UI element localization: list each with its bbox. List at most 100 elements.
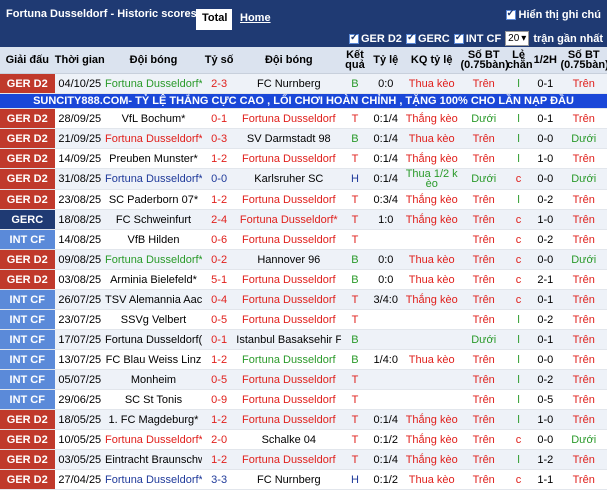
league-cell[interactable]: INT CF (0, 389, 55, 410)
league-cell[interactable]: GER D2 (0, 168, 55, 190)
league-cell[interactable]: GER D2 (0, 108, 55, 129)
away-team[interactable]: Fortuna Dusseldorf (236, 409, 342, 430)
home-team[interactable]: Preuben Munster* (105, 148, 202, 169)
home-team[interactable]: SSVg Velbert (105, 309, 202, 330)
away-team[interactable]: Istanbul Basaksehir F. K. (236, 329, 342, 350)
score-cell[interactable]: 1-2 (201, 189, 237, 210)
home-team[interactable]: FC Blau Weiss Linz (105, 349, 202, 370)
score-cell[interactable]: 1-2 (201, 409, 237, 430)
score-cell[interactable]: 0-6 (201, 229, 237, 250)
home-team[interactable]: Arminia Bielefeld* (105, 269, 202, 290)
col-header: Đội bóng (105, 47, 202, 74)
league-cell[interactable]: GER D2 (0, 128, 55, 149)
score-cell[interactable]: 0-2 (201, 249, 237, 270)
checkbox-icon[interactable] (405, 32, 416, 44)
filter-gerc[interactable]: GERC (405, 32, 450, 45)
home-team[interactable]: TSV Alemannia Aachen (105, 289, 202, 310)
away-team[interactable]: Fortuna Dusseldorf (236, 269, 342, 290)
away-team[interactable]: Fortuna Dusseldorf (236, 389, 342, 410)
score-cell[interactable]: 0-1 (201, 329, 237, 350)
league-cell[interactable]: INT CF (0, 289, 55, 310)
score-cell[interactable]: 3-3 (201, 469, 237, 490)
away-team[interactable]: SV Darmstadt 98 (236, 128, 342, 149)
away-team[interactable]: Hannover 96 (236, 249, 342, 270)
show-notes-toggle[interactable]: Hiển thị ghi chú (505, 8, 601, 21)
table-body: GER D2 04/10/25 Fortuna Dusseldorf* 2-3 FC N… (0, 73, 607, 490)
away-team[interactable]: Fortuna Dusseldorf (236, 148, 342, 169)
tab-total[interactable]: Total (196, 9, 232, 30)
score-cell[interactable]: 2-4 (201, 209, 237, 230)
home-team[interactable]: Fortuna Dusseldorf* (105, 128, 202, 149)
league-cell[interactable]: GERC (0, 209, 55, 230)
score-cell[interactable]: 0-0 (201, 168, 237, 190)
league-cell[interactable]: GER D2 (0, 449, 55, 470)
away-team[interactable]: Fortuna Dusseldorf (236, 189, 342, 210)
home-team[interactable]: Fortuna Dusseldorf* (105, 249, 202, 270)
league-cell[interactable]: GER D2 (0, 269, 55, 290)
checkbox-icon[interactable] (453, 32, 464, 44)
away-team[interactable]: Fortuna Dusseldorf (236, 289, 342, 310)
away-team[interactable]: FC Nurnberg (236, 73, 342, 94)
score-cell[interactable]: 1-2 (201, 449, 237, 470)
away-team[interactable]: Fortuna Dusseldorf (236, 369, 342, 390)
away-team[interactable]: Fortuna Dusseldorf (236, 108, 342, 129)
league-cell[interactable]: INT CF (0, 229, 55, 250)
league-cell[interactable]: GER D2 (0, 73, 55, 94)
away-team[interactable]: Karlsruher SC (236, 168, 342, 190)
away-team[interactable]: Fortuna Dusseldorf (236, 229, 342, 250)
league-cell[interactable]: INT CF (0, 309, 55, 330)
score-cell[interactable]: 0-5 (201, 369, 237, 390)
home-team[interactable]: Fortuna Dusseldorf(T) (105, 329, 202, 350)
league-cell[interactable]: GER D2 (0, 429, 55, 450)
away-team[interactable]: Fortuna Dusseldorf (236, 349, 342, 370)
league-cell[interactable]: GER D2 (0, 249, 55, 270)
home-team[interactable]: SC St Tonis (105, 389, 202, 410)
league-cell[interactable]: INT CF (0, 369, 55, 390)
home-team[interactable]: FC Schweinfurt (105, 209, 202, 230)
home-team[interactable]: Fortuna Dusseldorf* (105, 429, 202, 450)
checkbox-icon[interactable] (348, 32, 359, 44)
filter-ger-d2[interactable]: GER D2 (348, 32, 402, 45)
filter-int-cf[interactable]: INT CF (453, 32, 501, 45)
league-cell[interactable]: GER D2 (0, 148, 55, 169)
score-cell[interactable]: 0-3 (201, 128, 237, 149)
score-cell[interactable]: 2-0 (201, 429, 237, 450)
league-cell[interactable]: GER D2 (0, 409, 55, 430)
home-team[interactable]: VfB Hilden (105, 229, 202, 250)
score-cell[interactable]: 0-1 (201, 108, 237, 129)
over-under-cell: Trên (460, 189, 507, 210)
score-cell[interactable]: 0-9 (201, 389, 237, 410)
league-cell[interactable]: GER D2 (0, 469, 55, 490)
home-team[interactable]: SC Paderborn 07* (105, 189, 202, 210)
away-team[interactable]: Fortuna Dusseldorf* (236, 209, 342, 230)
score-cell[interactable]: 2-3 (201, 73, 237, 94)
score-cell[interactable]: 1-2 (201, 148, 237, 169)
ad-banner-row[interactable]: SUNCITY888.COM- TỶ LỆ THẮNG CỰC CAO , LỐ… (0, 93, 607, 109)
tab-home[interactable]: Home (234, 9, 277, 30)
score-cell[interactable]: 0-5 (201, 309, 237, 330)
match-count-select[interactable]: 20 ▾ (505, 31, 530, 46)
ad-banner[interactable]: SUNCITY888.COM- TỶ LỆ THẮNG CỰC CAO , LỐ… (0, 93, 607, 109)
away-team[interactable]: Fortuna Dusseldorf (236, 449, 342, 470)
home-team[interactable]: Fortuna Dusseldorf* (105, 168, 202, 190)
home-team[interactable]: 1. FC Magdeburg* (105, 409, 202, 430)
home-team[interactable]: Fortuna Dusseldorf* (105, 73, 202, 94)
away-team[interactable]: Fortuna Dusseldorf (236, 309, 342, 330)
league-cell[interactable]: INT CF (0, 349, 55, 370)
half-over-under-cell: Dưới (560, 128, 607, 149)
half-time-cell: 0-2 (530, 229, 561, 250)
home-team[interactable]: Eintracht Braunschweig (105, 449, 202, 470)
score-cell[interactable]: 0-4 (201, 289, 237, 310)
league-cell[interactable]: GER D2 (0, 189, 55, 210)
home-team[interactable]: Fortuna Dusseldorf* (105, 469, 202, 490)
score-cell[interactable]: 5-1 (201, 269, 237, 290)
home-team[interactable]: VfL Bochum* (105, 108, 202, 129)
checkbox-icon[interactable] (505, 8, 516, 20)
away-team[interactable]: FC Nurnberg (236, 469, 342, 490)
away-team[interactable]: Schalke 04 (236, 429, 342, 450)
result-cell: T (341, 229, 369, 250)
score-cell[interactable]: 1-2 (201, 349, 237, 370)
home-team[interactable]: Monheim (105, 369, 202, 390)
league-cell[interactable]: INT CF (0, 329, 55, 350)
half-time-cell: 0-2 (530, 309, 561, 330)
